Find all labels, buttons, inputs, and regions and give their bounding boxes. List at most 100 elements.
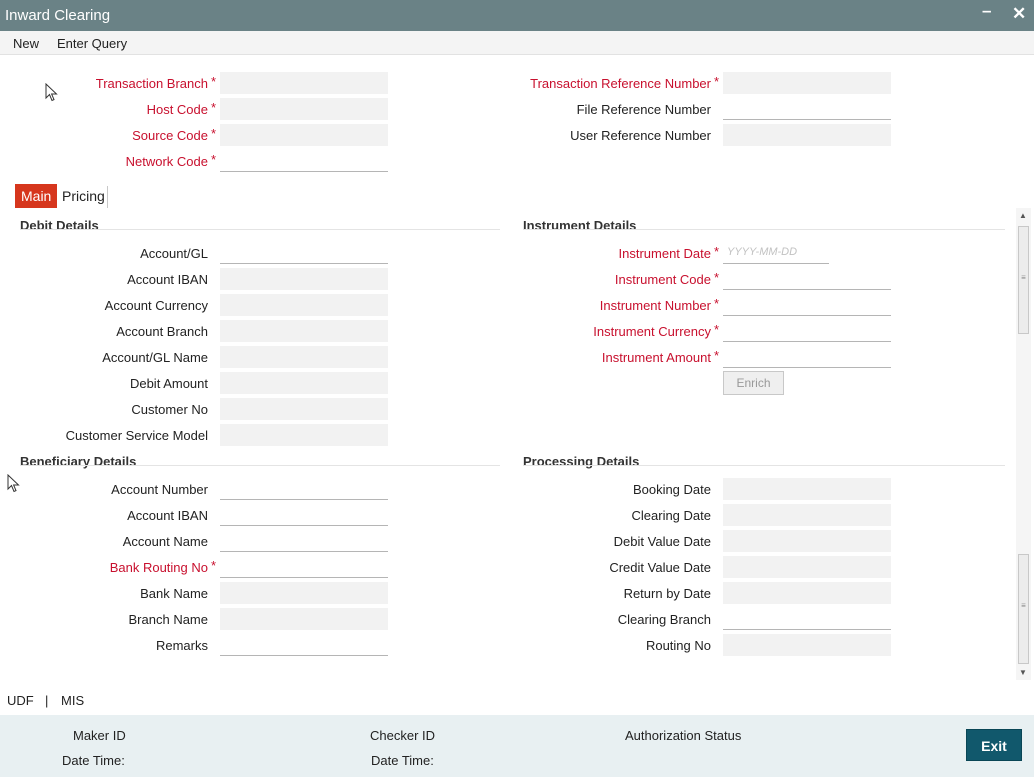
credit-value-date-field[interactable] (723, 556, 891, 578)
clearing-date-label: Clearing Date (631, 508, 712, 523)
required-marker: * (714, 270, 720, 285)
bank-routing-no-field[interactable] (220, 556, 388, 578)
debit-account-currency-label: Account Currency (104, 298, 208, 313)
window-titlebar: Inward Clearing – ✕ (0, 0, 1034, 31)
debit-account-branch-label: Account Branch (116, 324, 208, 339)
maker-date-time-label: Date Time: (62, 753, 125, 768)
instrument-amount-field[interactable] (723, 346, 891, 368)
mis-link[interactable]: MIS (61, 693, 84, 708)
bottom-links-bar: UDF | MIS (0, 685, 1034, 715)
host-code-field[interactable] (220, 98, 388, 120)
network-code-label: Network Code (125, 154, 208, 169)
debit-account-gl-field[interactable] (220, 242, 388, 264)
tab-main[interactable]: Main (15, 184, 58, 208)
scroll-up-icon[interactable]: ▲ (1019, 211, 1027, 220)
udf-link[interactable]: UDF (7, 693, 34, 708)
remarks-label: Remarks (155, 638, 208, 653)
beneficiary-account-iban-label: Account IBAN (127, 508, 208, 523)
maker-id-label: Maker ID (73, 728, 126, 743)
section-divider (20, 465, 500, 466)
instrument-currency-field[interactable] (723, 320, 891, 342)
debit-value-date-field[interactable] (723, 530, 891, 552)
required-marker: * (714, 322, 720, 337)
instrument-details-heading: Instrument Details (523, 218, 637, 233)
minimize-icon[interactable]: – (982, 1, 991, 21)
beneficiary-account-iban-field[interactable] (220, 504, 388, 526)
grip-icon: ≡ (1021, 273, 1026, 282)
host-code-label: Host Code (146, 102, 208, 117)
instrument-date-field[interactable]: YYYY-MM-DD (723, 242, 829, 264)
customer-no-field[interactable] (220, 398, 388, 420)
checker-date-time-label: Date Time: (371, 753, 434, 768)
beneficiary-details-heading: Beneficiary Details (20, 454, 137, 469)
user-reference-number-field[interactable] (723, 124, 891, 146)
instrument-code-field[interactable] (723, 268, 891, 290)
booking-date-label: Booking Date (632, 482, 711, 497)
credit-value-date-label: Credit Value Date (609, 560, 711, 575)
scroll-down-icon[interactable]: ▼ (1019, 668, 1027, 677)
routing-no-label: Routing No (645, 638, 711, 653)
source-code-field[interactable] (220, 124, 388, 146)
beneficiary-account-number-field[interactable] (220, 478, 388, 500)
processing-details-heading: Processing Details (523, 454, 640, 469)
bank-name-field[interactable] (220, 582, 388, 604)
user-reference-number-label: User Reference Number (570, 128, 711, 143)
instrument-currency-label: Instrument Currency (593, 324, 711, 339)
bank-routing-no-label: Bank Routing No (109, 560, 208, 575)
network-code-field[interactable] (220, 150, 388, 172)
routing-no-field[interactable] (723, 634, 891, 656)
debit-account-gl-label: Account/GL (140, 246, 208, 261)
exit-button[interactable]: Exit (966, 729, 1022, 761)
clearing-date-field[interactable] (723, 504, 891, 526)
clearing-branch-field[interactable] (723, 608, 891, 630)
scrollbar-thumb-lower[interactable]: ≡ (1018, 554, 1029, 664)
required-marker: * (714, 296, 720, 311)
mouse-pointer-icon (45, 83, 58, 102)
instrument-number-field[interactable] (723, 294, 891, 316)
debit-account-currency-field[interactable] (220, 294, 388, 316)
checker-id-label: Checker ID (370, 728, 436, 743)
section-divider (523, 465, 1005, 466)
authorization-status-label: Authorization Status (625, 728, 742, 743)
tab-pricing[interactable]: Pricing (56, 184, 111, 208)
debit-account-gl-name-label: Account/GL Name (102, 350, 208, 365)
customer-service-model-field[interactable] (220, 424, 388, 446)
debit-account-branch-field[interactable] (220, 320, 388, 342)
required-marker: * (211, 100, 217, 115)
menu-enter-query[interactable]: Enter Query (57, 36, 127, 51)
remarks-field[interactable] (220, 634, 388, 656)
instrument-number-label: Instrument Number (599, 298, 711, 313)
debit-account-iban-field[interactable] (220, 268, 388, 290)
beneficiary-account-name-field[interactable] (220, 530, 388, 552)
required-marker: * (211, 558, 217, 573)
close-icon[interactable]: ✕ (1012, 4, 1026, 24)
debit-amount-field[interactable] (220, 372, 388, 394)
vertical-scrollbar[interactable]: ▲ ≡ ≡ ▼ (1016, 208, 1031, 680)
instrument-code-label: Instrument Code (614, 272, 711, 287)
customer-no-label: Customer No (131, 402, 208, 417)
window-title: Inward Clearing (5, 7, 111, 24)
transaction-reference-number-label: Transaction Reference Number (530, 76, 711, 91)
transaction-branch-label: Transaction Branch (95, 76, 208, 91)
debit-amount-label: Debit Amount (129, 376, 208, 391)
transaction-reference-number-field[interactable] (723, 72, 891, 94)
file-reference-number-field[interactable] (723, 98, 891, 120)
scrollbar-thumb-upper[interactable]: ≡ (1018, 226, 1029, 334)
grip-icon: ≡ (1021, 601, 1026, 610)
debit-account-gl-name-field[interactable] (220, 346, 388, 368)
instrument-amount-label: Instrument Amount (601, 350, 711, 365)
tab-separator (107, 186, 108, 208)
return-by-date-field[interactable] (723, 582, 891, 604)
beneficiary-account-name-label: Account Name (122, 534, 208, 549)
audit-footer: Maker ID Date Time: Checker ID Date Time… (0, 715, 1034, 777)
booking-date-field[interactable] (723, 478, 891, 500)
beneficiary-account-number-label: Account Number (111, 482, 208, 497)
menu-bar: New Enter Query (0, 31, 1034, 55)
enrich-button[interactable]: Enrich (723, 371, 784, 395)
section-divider (523, 229, 1005, 230)
branch-name-field[interactable] (220, 608, 388, 630)
required-marker: * (714, 348, 720, 363)
transaction-branch-field[interactable] (220, 72, 388, 94)
debit-details-heading: Debit Details (20, 218, 99, 233)
menu-new[interactable]: New (13, 36, 39, 51)
